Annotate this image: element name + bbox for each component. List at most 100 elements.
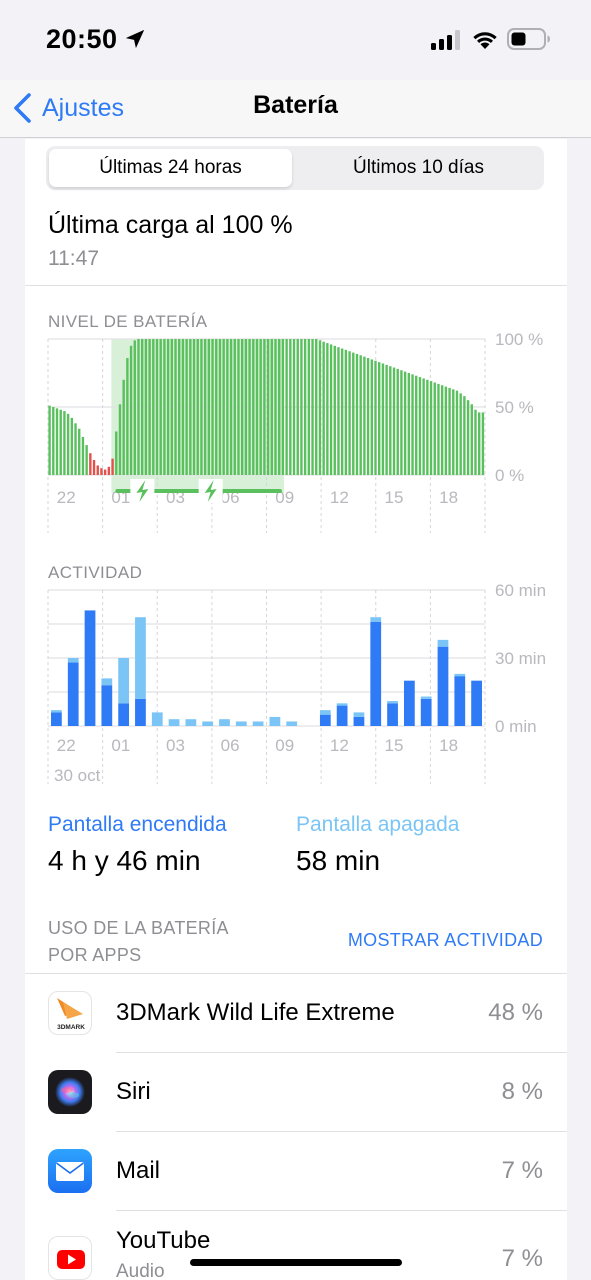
wifi-icon xyxy=(473,32,497,49)
battery-bar xyxy=(315,339,318,475)
battery-bar xyxy=(340,348,344,475)
battery-bar xyxy=(129,345,133,475)
y-tick-label: 0 % xyxy=(495,466,524,485)
screen-on-bar xyxy=(370,621,382,726)
battery-bar xyxy=(366,358,370,475)
battery-bar xyxy=(381,363,385,475)
battery-bar xyxy=(155,339,159,475)
battery-bar xyxy=(55,408,59,475)
battery-bar xyxy=(303,339,307,475)
battery-bar xyxy=(196,339,199,475)
battery-bar xyxy=(326,343,329,475)
divider xyxy=(25,285,567,286)
battery-bar xyxy=(222,339,225,475)
battery-bar xyxy=(92,460,96,475)
screen-off-bar xyxy=(135,617,146,699)
battery-bar xyxy=(374,360,377,475)
battery-bar xyxy=(448,387,451,475)
screen-off-bar xyxy=(168,719,180,726)
battery-bar xyxy=(81,436,85,475)
screen-on-bar xyxy=(101,685,113,726)
screen-off-bar xyxy=(151,712,163,726)
screen-on-bar xyxy=(471,680,482,726)
usage-label-line2: POR APPS xyxy=(48,945,142,965)
battery-bar xyxy=(422,378,425,475)
x-tick-label: 09 xyxy=(275,736,294,755)
y-tick-label: 100 % xyxy=(495,330,543,349)
app-name: Mail xyxy=(116,1157,161,1184)
screen-off-bar xyxy=(202,721,214,726)
battery-bar xyxy=(78,428,81,475)
envelope-icon xyxy=(56,1162,84,1181)
battery-bar xyxy=(66,413,70,475)
screen-on-bar xyxy=(118,703,130,726)
battery-bar xyxy=(63,411,66,475)
battery-bar xyxy=(355,353,359,475)
app-subtitle: Audio xyxy=(116,1261,165,1280)
screen-off-bar xyxy=(185,719,197,726)
screen-on-bar xyxy=(67,662,79,726)
x-tick-label: 15 xyxy=(384,736,403,755)
screen-on-bar xyxy=(51,712,62,726)
battery-bar xyxy=(333,345,336,475)
app-row-mail[interactable]: Mail 7 % xyxy=(25,1132,567,1211)
battery-bar xyxy=(459,393,462,475)
x-tick-label: 22 xyxy=(57,488,76,507)
battery-bar xyxy=(233,339,236,475)
battery-bar xyxy=(100,468,103,475)
screen-on-bar xyxy=(437,646,449,726)
activity-chart[interactable]: 60 min 30 min 0 min 22 01 03 06 09 12 15 18 30 oct xyxy=(25,581,567,789)
battery-bar xyxy=(477,412,481,475)
app-percent: 48 % xyxy=(488,999,543,1026)
battery-bar xyxy=(252,339,255,475)
app-row-youtube[interactable]: YouTube Audio 7 % xyxy=(25,1211,567,1280)
3dmark-logo: 3DMARK xyxy=(57,998,85,1031)
segment-last-24-hours[interactable]: Últimas 24 horas xyxy=(49,149,292,187)
battery-bar xyxy=(311,339,314,475)
y-tick-label: 0 min xyxy=(495,717,537,736)
navigation-bar: Ajustes Batería xyxy=(0,80,591,138)
battery-bar xyxy=(48,405,51,475)
app-row-3dmark[interactable]: 3DMARK 3DMark Wild Life Extreme 48 % xyxy=(25,974,567,1053)
battery-bar xyxy=(96,465,99,475)
battery-bar xyxy=(74,423,77,475)
battery-bar xyxy=(140,339,144,475)
battery-bar xyxy=(300,339,303,475)
battery-level-chart[interactable]: 100 %50 %0 %22 01 03 06 09 12 15 18 xyxy=(25,330,567,538)
battery-bar xyxy=(385,364,388,475)
youtube-play-icon xyxy=(57,1250,85,1269)
battery-bar xyxy=(440,385,444,475)
screen-off-bar xyxy=(51,710,62,713)
battery-bar xyxy=(237,339,240,475)
battery-bar xyxy=(189,339,192,475)
screen-off-bar xyxy=(101,678,113,686)
app-name: 3DMark Wild Life Extreme xyxy=(116,999,395,1026)
battery-bar xyxy=(148,339,151,475)
x-tick-label: 15 xyxy=(384,488,403,507)
battery-bar xyxy=(163,339,166,475)
battery-level-label: NIVEL DE BATERÍA xyxy=(48,312,208,331)
battery-bar xyxy=(107,466,111,475)
battery-bar xyxy=(52,407,55,475)
screen-off-bar xyxy=(319,710,331,715)
cellular-signal-icon xyxy=(431,30,460,50)
battery-bar xyxy=(322,341,325,475)
segment-last-10-days[interactable]: Últimos 10 días xyxy=(296,149,541,187)
last-charge-title: Última carga al 100 % xyxy=(48,211,293,239)
battery-bar xyxy=(426,379,429,475)
app-row-siri[interactable]: Siri 8 % xyxy=(25,1053,567,1132)
screen-off-bar xyxy=(370,617,382,622)
home-indicator[interactable] xyxy=(190,1259,402,1266)
battery-bar xyxy=(85,445,88,475)
battery-bar xyxy=(118,404,122,475)
battery-bar xyxy=(481,412,485,475)
battery-bar xyxy=(266,339,270,475)
battery-bar xyxy=(178,339,181,475)
show-activity-button[interactable]: MOSTRAR ACTIVIDAD xyxy=(348,930,543,951)
battery-card: Últimas 24 horas Últimos 10 días Última … xyxy=(25,139,567,1280)
battery-bar xyxy=(192,339,196,475)
screen-on-label: Pantalla encendida xyxy=(48,813,227,836)
app-name: Siri xyxy=(116,1078,151,1105)
battery-icon xyxy=(507,28,550,50)
screen-off-bar xyxy=(219,719,230,726)
